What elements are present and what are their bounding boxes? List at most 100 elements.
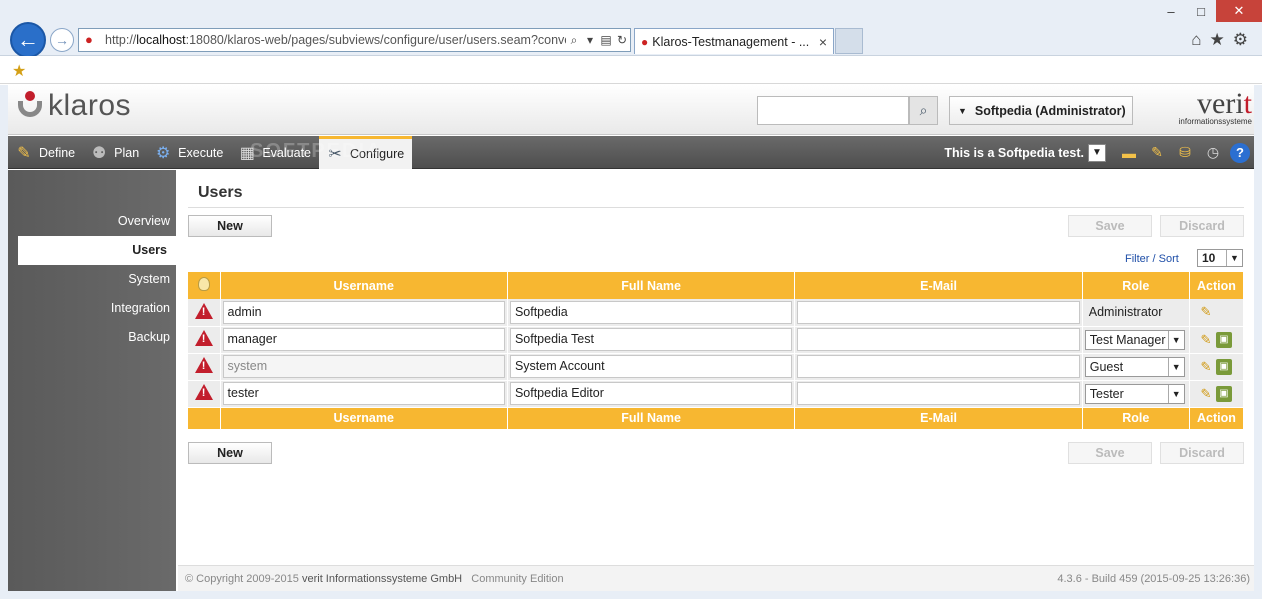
klaros-logo[interactable]: klaros bbox=[18, 89, 131, 123]
browser-tab[interactable]: ● Klaros-Testmanagement - ... × bbox=[634, 28, 834, 54]
window-frame-right bbox=[1254, 85, 1262, 599]
sidebar-item-backup[interactable]: Backup bbox=[128, 330, 170, 344]
full-name-input[interactable]: Softpedia Editor bbox=[509, 382, 793, 405]
tools-gear-icon[interactable]: ⚙ bbox=[1233, 30, 1248, 50]
email-input[interactable] bbox=[797, 382, 1080, 405]
role-cell: Administrator bbox=[1082, 299, 1190, 327]
verit-subtitle: informationssysteme bbox=[1178, 117, 1252, 126]
email-input[interactable] bbox=[797, 328, 1080, 351]
footer-email: E-Mail bbox=[794, 407, 1083, 429]
main-navigation: ✎ Define ⚉ Plan ⚙ Execute ▦ Evaluate ✂ C… bbox=[8, 136, 1254, 169]
save-button-bottom[interactable]: Save bbox=[1068, 442, 1152, 464]
nav-execute[interactable]: ⚙ Execute bbox=[147, 136, 231, 169]
column-header-role[interactable]: Role bbox=[1082, 272, 1190, 299]
nav-define[interactable]: ✎ Define bbox=[8, 136, 83, 169]
role-select[interactable]: Guest ▼ bbox=[1084, 356, 1185, 377]
close-button[interactable]: ✕ bbox=[1216, 0, 1262, 22]
url-text[interactable]: http://localhost:18080/klaros-web/pages/… bbox=[105, 33, 566, 47]
column-header-status bbox=[188, 272, 221, 299]
sidebar: Overview Users System Integration Backup bbox=[8, 170, 186, 591]
nav-toolbar: This is a Softpedia test. ▼ ▬ ✎ ⛁ ◷ ? bbox=[944, 136, 1250, 169]
archive-icon[interactable]: ▣ bbox=[1215, 358, 1232, 375]
table-row: system System Account Guest ▼ ✎▣ bbox=[188, 353, 1245, 381]
back-button[interactable]: ← bbox=[10, 22, 46, 58]
nav-label: Execute bbox=[178, 145, 224, 160]
new-tab-button[interactable] bbox=[835, 28, 863, 54]
email-input[interactable] bbox=[797, 300, 1080, 324]
search-icon[interactable]: ⌕ bbox=[566, 33, 582, 48]
compatibility-icon[interactable]: ▤ bbox=[598, 33, 614, 47]
refresh-icon[interactable]: ↻ bbox=[614, 33, 630, 47]
nav-plan[interactable]: ⚉ Plan bbox=[83, 136, 147, 169]
new-user-button-bottom[interactable]: New bbox=[188, 442, 272, 464]
define-icon: ✎ bbox=[17, 144, 31, 162]
minimize-button[interactable]: – bbox=[1156, 0, 1186, 22]
add-favorite-icon[interactable]: ★ bbox=[12, 61, 26, 81]
home-icon[interactable]: ⌂ bbox=[1191, 30, 1201, 50]
chevron-down-icon: ▼ bbox=[1167, 330, 1184, 349]
dropdown-icon[interactable]: ▾ bbox=[582, 33, 598, 47]
edit-icon[interactable]: ✎ bbox=[1198, 386, 1214, 402]
project-label: This is a Softpedia test. bbox=[944, 145, 1084, 160]
edit-icon[interactable]: ✎ bbox=[1198, 304, 1214, 320]
chevron-down-icon: ▼ bbox=[1167, 384, 1184, 403]
sidebar-item-overview[interactable]: Overview bbox=[118, 214, 170, 228]
full-name-input[interactable]: Softpedia bbox=[509, 300, 793, 324]
quick-search-input[interactable] bbox=[757, 96, 909, 125]
role-select[interactable]: Test Manager ▼ bbox=[1084, 329, 1185, 350]
username-input[interactable]: tester bbox=[222, 382, 505, 405]
favorites-bar: ★ bbox=[0, 56, 1262, 84]
browser-toolbar: – □ ✕ ← → ● http://localhost:18080/klaro… bbox=[0, 0, 1262, 58]
page-footer: © Copyright 2009-2015 verit Informations… bbox=[178, 565, 1254, 591]
warning-cell bbox=[188, 326, 221, 354]
full-name-input[interactable]: System Account bbox=[509, 355, 793, 378]
page-title: Users bbox=[198, 184, 243, 201]
timer-icon[interactable]: ◷ bbox=[1202, 142, 1224, 164]
user-menu[interactable]: ▼ Softpedia (Administrator) bbox=[949, 96, 1133, 125]
execute-icon: ⚙ bbox=[156, 144, 171, 162]
full-name-input[interactable]: Softpedia Test bbox=[509, 328, 793, 351]
username-cell: admin bbox=[220, 299, 508, 327]
discard-button[interactable]: Discard bbox=[1160, 215, 1244, 237]
column-header-username[interactable]: Username bbox=[220, 272, 508, 299]
column-header-full-name[interactable]: Full Name bbox=[507, 272, 796, 299]
company-link[interactable]: verit Informationssysteme GmbH bbox=[302, 573, 462, 585]
new-user-button[interactable]: New bbox=[188, 215, 272, 237]
sidebar-item-users[interactable]: Users bbox=[18, 236, 182, 265]
tab-close-icon[interactable]: × bbox=[819, 34, 827, 50]
favorites-icon[interactable]: ★ bbox=[1210, 30, 1225, 50]
forward-button[interactable]: → bbox=[50, 28, 74, 52]
username-cell: system bbox=[220, 353, 508, 381]
archive-icon[interactable]: ▣ bbox=[1215, 331, 1232, 348]
archive-icon[interactable]: ▣ bbox=[1215, 385, 1232, 402]
username-input[interactable]: manager bbox=[222, 328, 505, 351]
email-input[interactable] bbox=[797, 355, 1080, 378]
edit-icon[interactable]: ✎ bbox=[1198, 332, 1214, 348]
job-icon[interactable]: ⛁ bbox=[1174, 142, 1196, 164]
search-button[interactable]: ⌕ bbox=[909, 96, 938, 125]
filter-sort-link[interactable]: Filter / Sort bbox=[1125, 253, 1179, 265]
sidebar-item-integration[interactable]: Integration bbox=[111, 301, 170, 315]
user-menu-label: Softpedia (Administrator) bbox=[974, 103, 1126, 118]
chevron-down-icon[interactable]: ▼ bbox=[1088, 143, 1106, 162]
full-name-cell: Softpedia Editor bbox=[507, 380, 796, 408]
lightbulb-icon bbox=[197, 277, 210, 291]
project-selector[interactable]: This is a Softpedia test. ▼ bbox=[944, 143, 1106, 162]
project-folder-icon[interactable]: ▬ bbox=[1118, 142, 1140, 164]
page-size-select[interactable]: 10 ▼ bbox=[1197, 249, 1243, 267]
warning-icon bbox=[194, 330, 213, 346]
help-icon[interactable]: ? bbox=[1230, 142, 1250, 163]
column-header-email[interactable]: E-Mail bbox=[794, 272, 1083, 299]
role-value: Test Manager bbox=[1089, 332, 1166, 347]
role-cell: Guest ▼ bbox=[1082, 353, 1190, 381]
action-cell: ✎ ▣ bbox=[1189, 326, 1245, 354]
discard-button-bottom[interactable]: Discard bbox=[1160, 442, 1244, 464]
username-input[interactable]: admin bbox=[222, 300, 505, 324]
sidebar-item-system[interactable]: System bbox=[128, 272, 170, 286]
edit-notes-icon[interactable]: ✎ bbox=[1146, 142, 1168, 164]
maximize-button[interactable]: □ bbox=[1186, 0, 1216, 22]
save-button[interactable]: Save bbox=[1068, 215, 1152, 237]
address-bar[interactable]: ● http://localhost:18080/klaros-web/page… bbox=[78, 28, 631, 52]
role-select[interactable]: Tester ▼ bbox=[1084, 383, 1185, 404]
edit-icon[interactable]: ✎ bbox=[1198, 359, 1214, 375]
